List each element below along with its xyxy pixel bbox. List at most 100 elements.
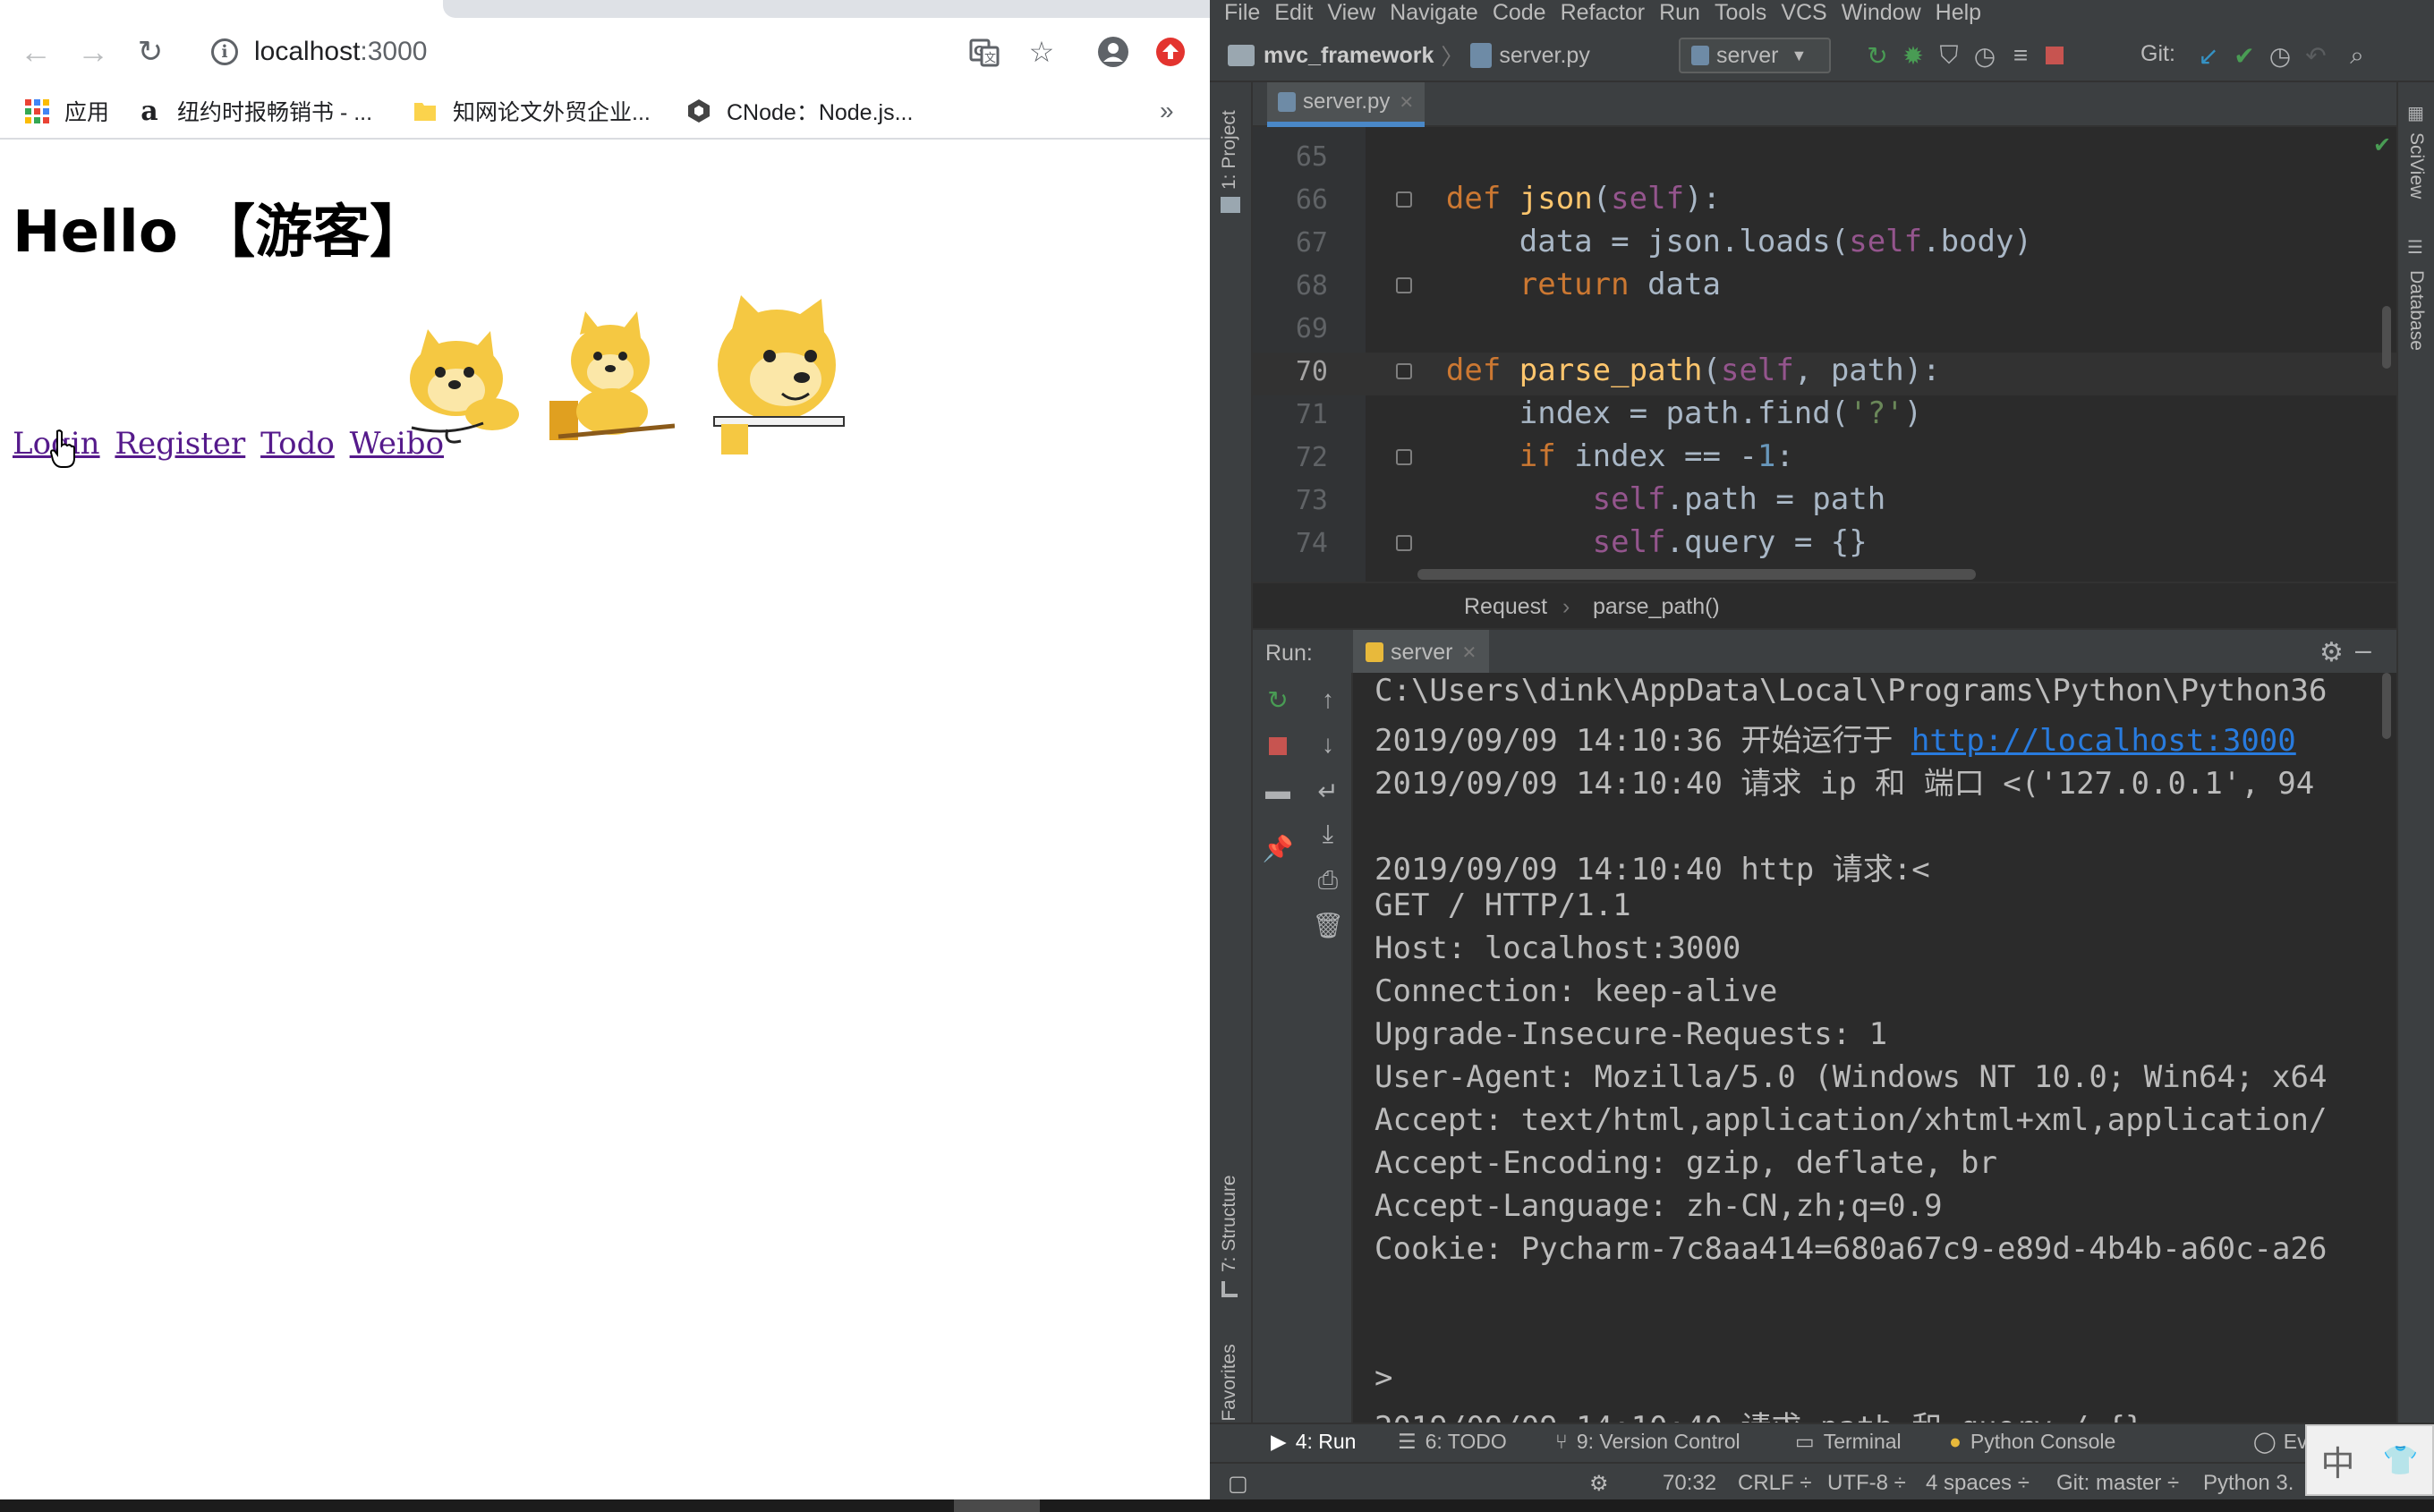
menu-refactor[interactable]: Refactor [1561, 0, 1645, 26]
editor-tab-bar: server.py ✕ [1253, 82, 2396, 127]
tab-python-console[interactable]: ● Python Console [1949, 1430, 2115, 1454]
run-configuration-select[interactable]: server ▼ [1679, 38, 1831, 73]
window-bottom-strip [0, 1499, 2434, 1512]
tool-structure[interactable]: 7: Structure [1219, 1175, 1240, 1272]
tab-terminal[interactable]: ▭ Terminal [1795, 1430, 1902, 1454]
editor-horizontal-scrollbar[interactable] [1417, 569, 1976, 580]
localhost-link[interactable]: http://localhost:3000 [1911, 723, 2296, 759]
menu-help[interactable]: Help [1936, 0, 1981, 26]
file-encoding[interactable]: UTF-8 ÷ [1827, 1471, 1906, 1496]
menu-file[interactable]: File [1224, 0, 1260, 26]
arrow-down-icon[interactable]: ↓ [1303, 726, 1353, 762]
tool-project[interactable]: 1: Project [1219, 110, 1240, 190]
console-line: GET / HTTP/1.1 [1374, 888, 1631, 923]
print-icon[interactable]: ⎙ [1303, 862, 1353, 898]
bookmark-cnode[interactable]: CNode：Node.js... [685, 93, 913, 129]
run-tab-server[interactable]: server ✕ [1353, 630, 1490, 675]
menu-view[interactable]: View [1327, 0, 1375, 26]
translate-icon[interactable]: G文 [963, 30, 1006, 73]
scroll-to-end-icon[interactable]: ⤓ [1303, 816, 1353, 852]
menu-window[interactable]: Window [1842, 0, 1921, 26]
editor-vertical-scrollbar[interactable] [2382, 306, 2391, 369]
menu-tools[interactable]: Tools [1715, 0, 1766, 26]
site-info-icon[interactable]: i [211, 38, 238, 65]
python-interpreter[interactable]: Python 3. [2203, 1471, 2294, 1496]
weibo-link[interactable]: Weibo [350, 426, 444, 462]
minimize-icon[interactable]: – [2355, 633, 2371, 667]
tab-version-control[interactable]: ⑂ 9: Version Control [1555, 1430, 1740, 1454]
forward-icon[interactable]: → [73, 32, 113, 72]
menu-code[interactable]: Code [1493, 0, 1546, 26]
caret-position[interactable]: 70:32 [1663, 1471, 1716, 1496]
coverage-icon[interactable]: ⛉ [1933, 39, 1965, 72]
stop-icon[interactable] [1253, 728, 1303, 764]
run-toolbar-primary: ↻ ▬ 📌 [1253, 673, 1303, 1428]
menu-navigate[interactable]: Navigate [1390, 0, 1478, 26]
git-rollback-icon[interactable]: ↶ [2300, 39, 2332, 72]
menu-vcs[interactable]: VCS [1781, 0, 1826, 26]
menu-edit[interactable]: Edit [1274, 0, 1313, 26]
rerun-icon[interactable]: ↻ [1861, 39, 1894, 72]
console-scrollbar[interactable] [2382, 673, 2391, 739]
profile-icon[interactable]: ◷ [1969, 39, 2001, 72]
python-icon [1366, 642, 1383, 662]
tool-database[interactable]: Database [2405, 270, 2427, 351]
bookmark-star-icon[interactable]: ☆ [1020, 30, 1063, 73]
indent-setting[interactable]: 4 spaces ÷ [1926, 1471, 2030, 1496]
rerun-icon[interactable]: ↻ [1253, 682, 1303, 718]
ide-window: File Edit View Navigate Code Refactor Ru… [1210, 0, 2434, 1499]
tab-run[interactable]: ▶ 4: Run [1271, 1430, 1356, 1454]
bookmark-apps[interactable]: 应用 [23, 93, 109, 129]
folder-icon [412, 98, 438, 124]
ime-toolbar[interactable]: 中 👕 [2305, 1424, 2434, 1496]
tab-todo[interactable]: ☰ 6: TODO [1398, 1430, 1507, 1454]
close-tab-icon[interactable]: ✕ [1399, 91, 1414, 114]
back-icon[interactable]: ← [16, 32, 55, 72]
restore-layout-icon[interactable]: ▬ [1253, 773, 1303, 809]
address-bar[interactable]: i localhost:3000 [197, 27, 984, 77]
code-line-73: self.path = path [1592, 481, 1886, 517]
structure-icon [1221, 1281, 1238, 1297]
horizontal-scroll-thumb[interactable] [954, 1499, 1040, 1512]
profile-avatar-icon[interactable] [1092, 30, 1135, 73]
bottom-tool-tabs: ▶ 4: Run ☰ 6: TODO ⑂ 9: Version Control ▭ Te… [1210, 1423, 2434, 1462]
search-icon[interactable]: ⌕ [2341, 39, 2373, 72]
ime-skin-icon[interactable]: 👕 [2383, 1443, 2419, 1477]
ide-navigation-bar: mvc_framework 〉 server.py server ▼ ↻ ✹ ⛉… [1210, 25, 2434, 82]
menu-run[interactable]: Run [1659, 0, 1700, 26]
code-editor[interactable]: def json(self): data = json.loads(self.b… [1366, 127, 2396, 582]
project-crumb[interactable]: mvc_framework 〉 server.py [1228, 39, 1590, 72]
close-tab-icon[interactable]: ✕ [1461, 641, 1477, 664]
breadcrumb-request[interactable]: Request [1464, 594, 1547, 620]
arrow-up-icon[interactable]: ↑ [1303, 682, 1353, 718]
git-branch[interactable]: Git: master ÷ [2056, 1471, 2179, 1496]
reload-icon[interactable]: ↻ [131, 32, 170, 72]
git-update-icon[interactable]: ↙ [2192, 39, 2225, 72]
settings-gear-icon[interactable]: ⚙ [2319, 637, 2344, 668]
git-commit-icon[interactable]: ✔ [2228, 39, 2260, 72]
breadcrumb-parse-path[interactable]: parse_path() [1593, 594, 1720, 620]
line-separator[interactable]: CRLF ÷ [1738, 1471, 1812, 1496]
bookmark-nyt-bestsellers[interactable]: a 纽约时报畅销书 - ... [136, 93, 372, 129]
debug-icon[interactable]: ✹ [1897, 39, 1929, 72]
bookmark-cnki[interactable]: 知网论文外贸企业... [412, 93, 651, 129]
register-link[interactable]: Register [115, 426, 245, 462]
todo-link[interactable]: Todo [260, 426, 335, 462]
editor-tab-server-py[interactable]: server.py ✕ [1267, 82, 1426, 127]
code-line-68: return data [1519, 267, 1721, 302]
stop-icon[interactable] [2038, 39, 2071, 72]
soft-wrap-icon[interactable]: ↵ [1303, 773, 1353, 809]
left-tool-stripe: 1: Project 7: Structure 2: Favorites ★ [1210, 82, 1253, 1476]
bookmarks-overflow-button[interactable]: » [1160, 93, 1174, 129]
git-history-icon[interactable]: ◷ [2264, 39, 2296, 72]
extension-update-icon[interactable] [1149, 30, 1192, 73]
layout-toggle-icon[interactable]: ▢ [1228, 1471, 1248, 1497]
tool-sciview[interactable]: SciView [2405, 132, 2427, 199]
console-output[interactable]: C:\Users\dink\AppData\Local\Programs\Pyt… [1353, 673, 2396, 1428]
tab-event-log[interactable]: ◯ Ev [2253, 1430, 2308, 1454]
python-icon [1691, 46, 1709, 65]
concurrency-icon[interactable]: ≡ [2004, 39, 2037, 72]
clear-trash-icon[interactable]: 🗑 [1303, 907, 1353, 943]
ime-language[interactable]: 中 [2321, 1436, 2355, 1485]
pin-tab-icon[interactable]: 📌 [1253, 830, 1303, 866]
